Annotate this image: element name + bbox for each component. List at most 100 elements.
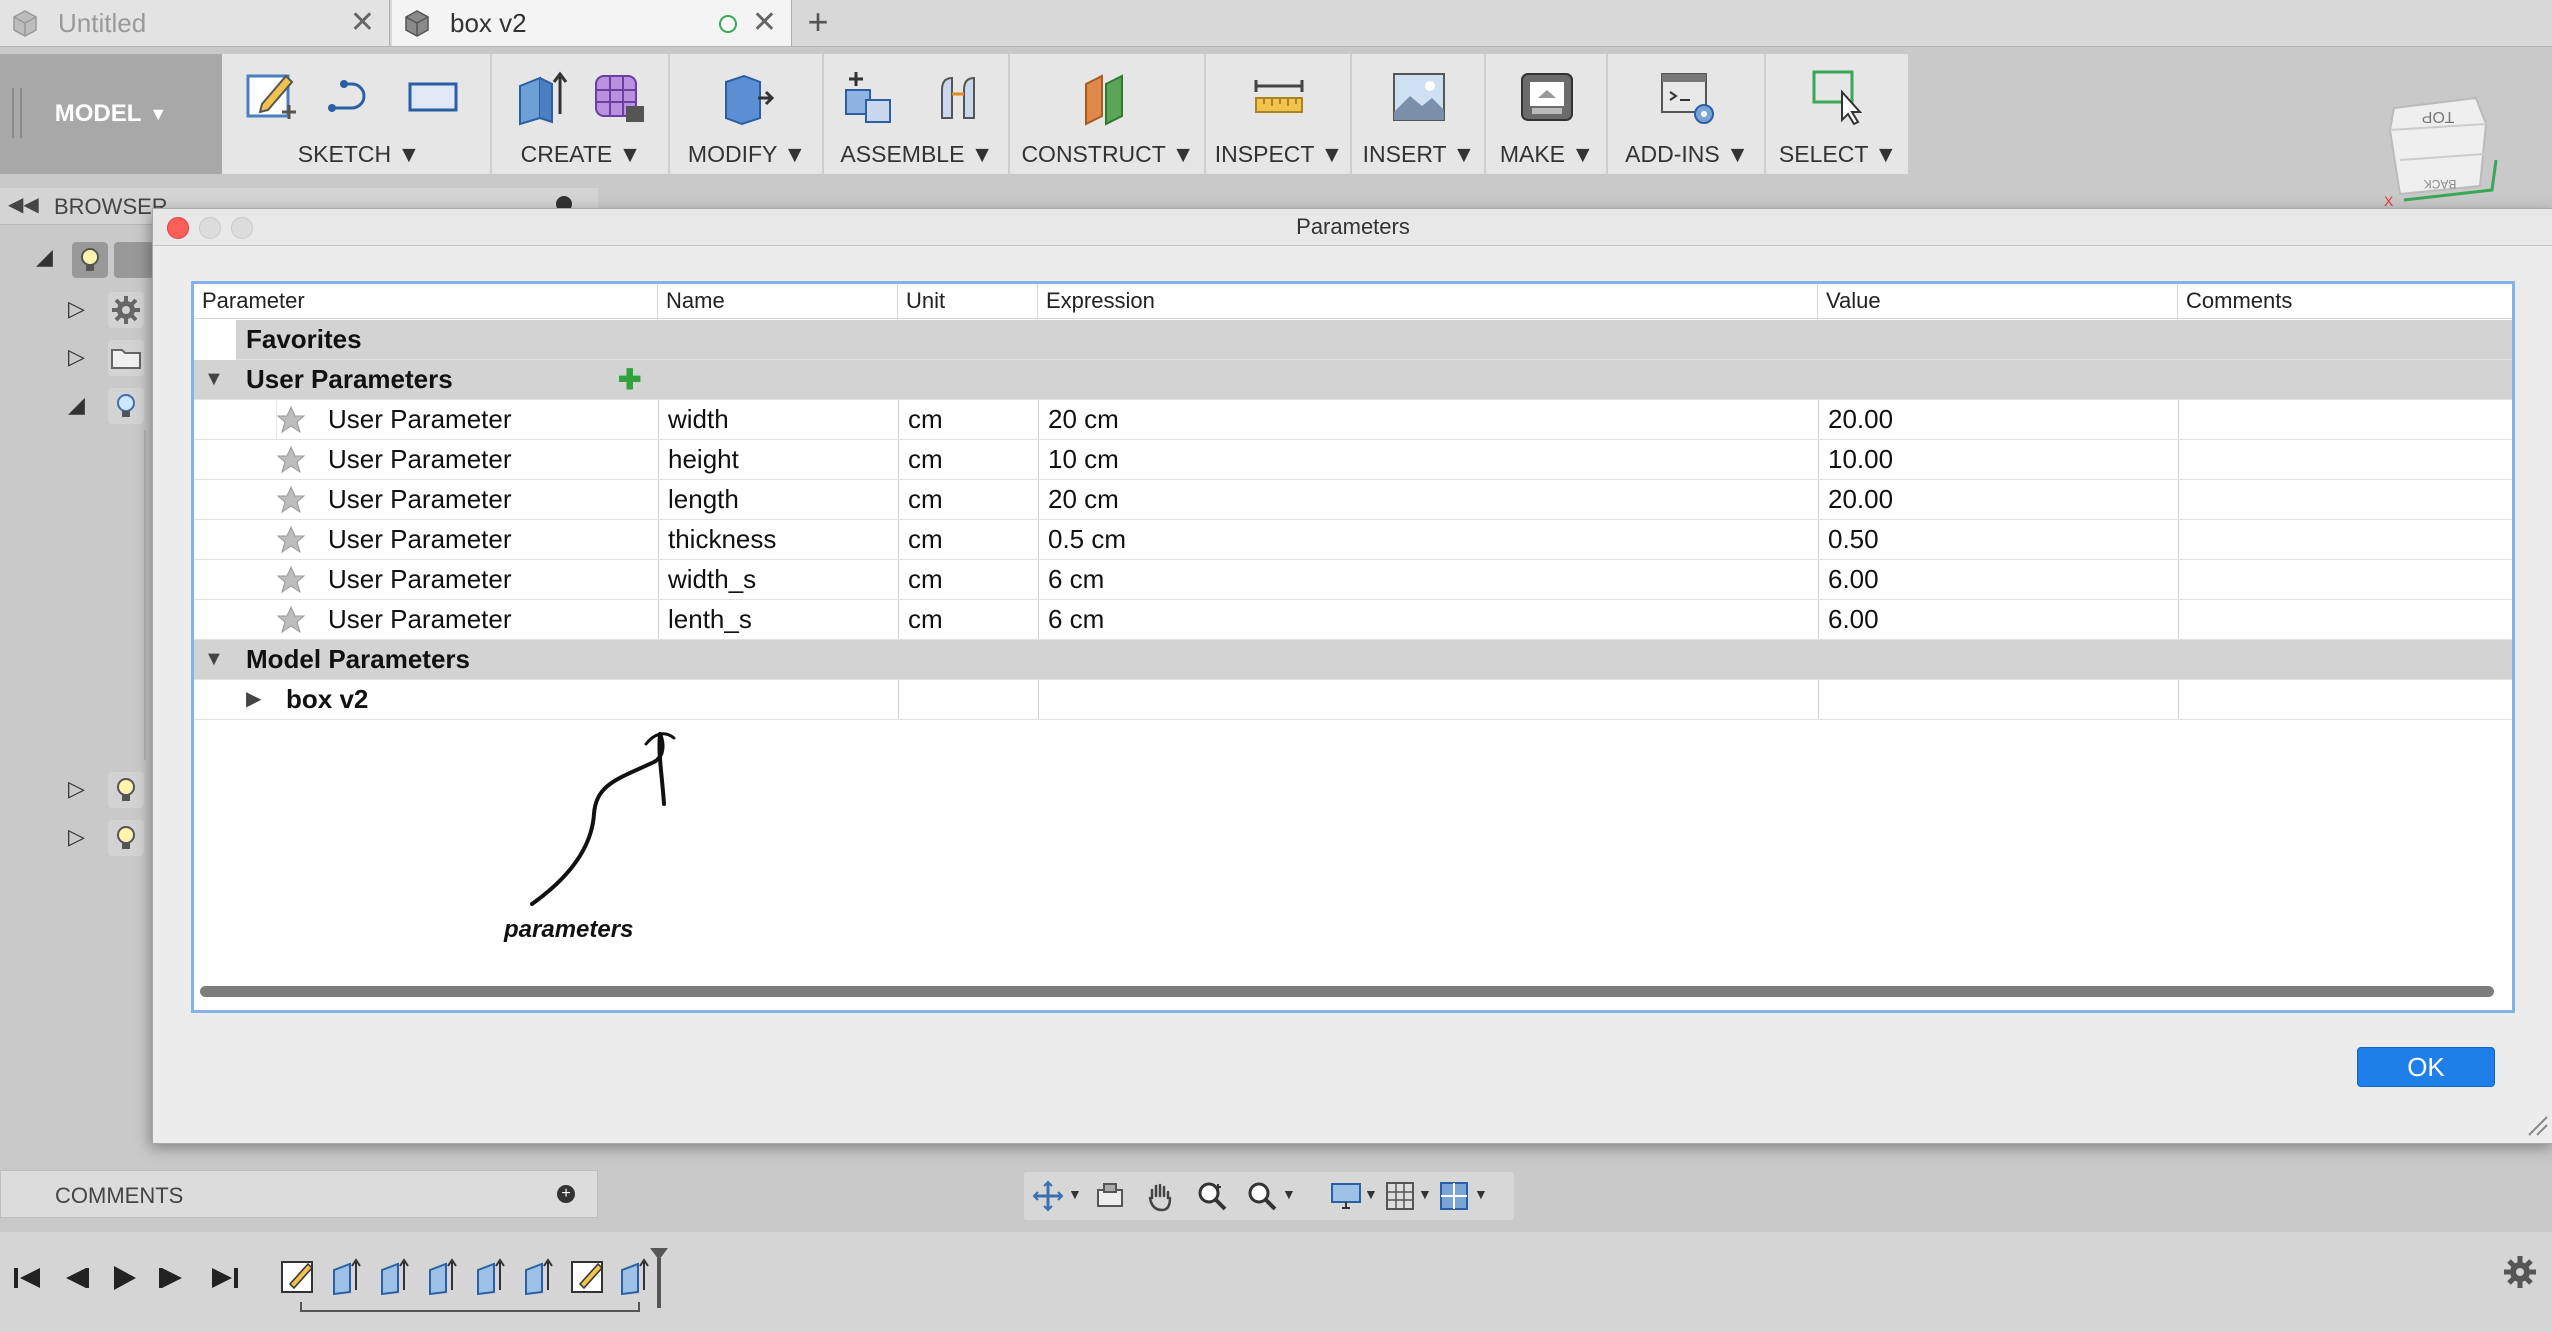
grid-icon[interactable] xyxy=(1384,1180,1416,1212)
chevron-down-icon[interactable]: ▼ xyxy=(1364,1186,1378,1202)
table-row[interactable]: User Parameter length cm 20 cm 20.00 xyxy=(194,480,2512,520)
browser-tree-item[interactable]: ▷ xyxy=(0,290,160,330)
browser-tree-item[interactable]: ▷ xyxy=(0,818,160,858)
collapse-arrow-icon[interactable]: ◢ xyxy=(68,392,85,418)
toolbar-group-make[interactable]: MAKE ▼ xyxy=(1488,54,1608,174)
parameter-unit[interactable]: cm xyxy=(908,480,943,519)
parameter-expression[interactable]: 20 cm xyxy=(1048,480,1119,519)
favorite-star-icon[interactable] xyxy=(276,565,306,595)
timeline-extrude-icon[interactable] xyxy=(378,1256,414,1296)
step-forward-icon[interactable] xyxy=(152,1258,192,1298)
toolbar-group-inspect[interactable]: INSPECT ▼ xyxy=(1208,54,1352,174)
chevron-down-icon[interactable]: ▼ xyxy=(1282,1186,1296,1202)
look-at-icon[interactable] xyxy=(1094,1180,1126,1212)
add-comment-icon[interactable]: + xyxy=(557,1185,575,1203)
parameter-unit[interactable]: cm xyxy=(908,560,943,599)
expand-arrow-icon[interactable]: ▷ xyxy=(68,776,85,802)
browser-tree-item[interactable]: ▷ xyxy=(0,338,160,378)
tab-box-v2[interactable]: box v2 ✕ xyxy=(392,0,792,46)
column-header-comments[interactable]: Comments xyxy=(2178,284,2512,318)
collapse-arrow-icon[interactable]: ▼ xyxy=(204,640,224,679)
table-row[interactable]: User Parameter height cm 10 cm 10.00 xyxy=(194,440,2512,480)
dialog-titlebar[interactable]: Parameters xyxy=(153,209,2552,246)
expand-arrow-icon[interactable]: ▷ xyxy=(68,824,85,850)
chevron-down-icon[interactable]: ▼ xyxy=(1474,1186,1488,1202)
table-row[interactable]: ▶ box v2 xyxy=(194,680,2512,720)
parameter-expression[interactable]: 6 cm xyxy=(1048,600,1104,639)
parameter-unit[interactable]: cm xyxy=(908,440,943,479)
fit-zoom-icon[interactable] xyxy=(1246,1180,1278,1212)
scrollbar-thumb[interactable] xyxy=(200,986,2494,997)
table-row[interactable]: User Parameter width_s cm 6 cm 6.00 xyxy=(194,560,2512,600)
toolbar-group-sketch[interactable]: SKETCH ▼ xyxy=(228,54,492,174)
parameter-name[interactable]: height xyxy=(668,440,739,479)
favorite-star-icon[interactable] xyxy=(276,405,306,435)
viewcube[interactable]: TOP BACK X xyxy=(2380,90,2500,210)
toolbar-group-construct[interactable]: CONSTRUCT ▼ xyxy=(1012,54,1206,174)
parameter-name[interactable]: width xyxy=(668,400,729,439)
visibility-bulb-icon[interactable] xyxy=(108,388,144,424)
go-to-end-icon[interactable] xyxy=(204,1258,244,1298)
parameter-name[interactable]: thickness xyxy=(668,520,776,559)
play-icon[interactable] xyxy=(104,1258,144,1298)
timeline-sketch-icon[interactable] xyxy=(570,1256,606,1296)
favorite-star-icon[interactable] xyxy=(276,525,306,555)
visibility-bulb-icon[interactable] xyxy=(108,772,144,808)
timeline-settings-gear-icon[interactable] xyxy=(2500,1252,2540,1292)
new-tab-button[interactable]: + xyxy=(800,4,836,40)
visibility-bulb-icon[interactable] xyxy=(72,242,108,278)
resize-grip-icon[interactable] xyxy=(2525,1113,2549,1137)
collapse-panel-icon[interactable]: ◀◀ xyxy=(8,192,39,217)
pan-hand-icon[interactable] xyxy=(1144,1180,1176,1212)
visibility-bulb-icon[interactable] xyxy=(108,820,144,856)
browser-tree-root[interactable]: ◢ xyxy=(0,240,160,280)
column-header-expression[interactable]: Expression xyxy=(1038,284,1818,318)
parameter-name[interactable]: lenth_s xyxy=(668,600,752,639)
timeline-extrude-icon[interactable] xyxy=(426,1256,462,1296)
column-header-unit[interactable]: Unit xyxy=(898,284,1038,318)
parameter-unit[interactable]: cm xyxy=(908,600,943,639)
parameter-expression[interactable]: 20 cm xyxy=(1048,400,1119,439)
toolbar-group-create[interactable]: CREATE ▼ xyxy=(494,54,670,174)
column-header-name[interactable]: Name xyxy=(658,284,898,318)
chevron-down-icon[interactable]: ▼ xyxy=(1418,1186,1432,1202)
drag-handle[interactable] xyxy=(12,88,22,138)
expand-arrow-icon[interactable]: ▷ xyxy=(68,344,85,370)
favorite-star-icon[interactable] xyxy=(276,445,306,475)
browser-tree-item[interactable]: ▷ xyxy=(0,770,160,810)
close-icon[interactable]: ✕ xyxy=(350,8,375,38)
collapse-arrow-icon[interactable]: ◢ xyxy=(36,244,53,270)
ok-button[interactable]: OK xyxy=(2357,1047,2495,1087)
step-back-icon[interactable] xyxy=(56,1258,96,1298)
favorite-star-icon[interactable] xyxy=(276,605,306,635)
table-row[interactable]: User Parameter thickness cm 0.5 cm 0.50 xyxy=(194,520,2512,560)
favorite-star-icon[interactable] xyxy=(276,485,306,515)
parameter-expression[interactable]: 6 cm xyxy=(1048,560,1104,599)
timeline-extrude-icon[interactable] xyxy=(474,1256,510,1296)
collapse-arrow-icon[interactable]: ▼ xyxy=(204,360,224,399)
user-parameters-group-row[interactable]: ▼ User Parameters ✚ xyxy=(194,360,2512,400)
timeline-extrude-icon[interactable] xyxy=(330,1256,366,1296)
expand-arrow-icon[interactable]: ▷ xyxy=(68,296,85,322)
parameter-unit[interactable]: cm xyxy=(908,520,943,559)
parameter-expression[interactable]: 0.5 cm xyxy=(1048,520,1126,559)
comments-panel[interactable]: COMMENTS + xyxy=(0,1170,598,1218)
toolbar-group-add-ins[interactable]: ADD-INS ▼ xyxy=(1610,54,1766,174)
browser-tree-item[interactable]: ◢ xyxy=(0,386,160,426)
close-icon[interactable]: ✕ xyxy=(752,8,777,38)
toolbar-group-select[interactable]: SELECT ▼ xyxy=(1768,54,1908,174)
go-to-start-icon[interactable] xyxy=(8,1258,48,1298)
toolbar-group-insert[interactable]: INSERT ▼ xyxy=(1354,54,1486,174)
column-header-value[interactable]: Value xyxy=(1818,284,2178,318)
model-parameters-group-row[interactable]: ▼ Model Parameters xyxy=(194,640,2512,680)
viewports-icon[interactable] xyxy=(1438,1180,1470,1212)
favorites-group-row[interactable]: Favorites xyxy=(236,320,2512,360)
table-row[interactable]: User Parameter width cm 20 cm 20.00 xyxy=(194,400,2512,440)
table-row[interactable]: User Parameter lenth_s cm 6 cm 6.00 xyxy=(194,600,2512,640)
timeline-sketch-icon[interactable] xyxy=(280,1256,316,1296)
add-parameter-icon[interactable]: ✚ xyxy=(618,360,641,399)
parameter-expression[interactable]: 10 cm xyxy=(1048,440,1119,479)
chevron-down-icon[interactable]: ▼ xyxy=(1068,1186,1082,1202)
zoom-icon[interactable] xyxy=(1196,1180,1228,1212)
toolbar-group-assemble[interactable]: ASSEMBLE ▼ xyxy=(826,54,1010,174)
